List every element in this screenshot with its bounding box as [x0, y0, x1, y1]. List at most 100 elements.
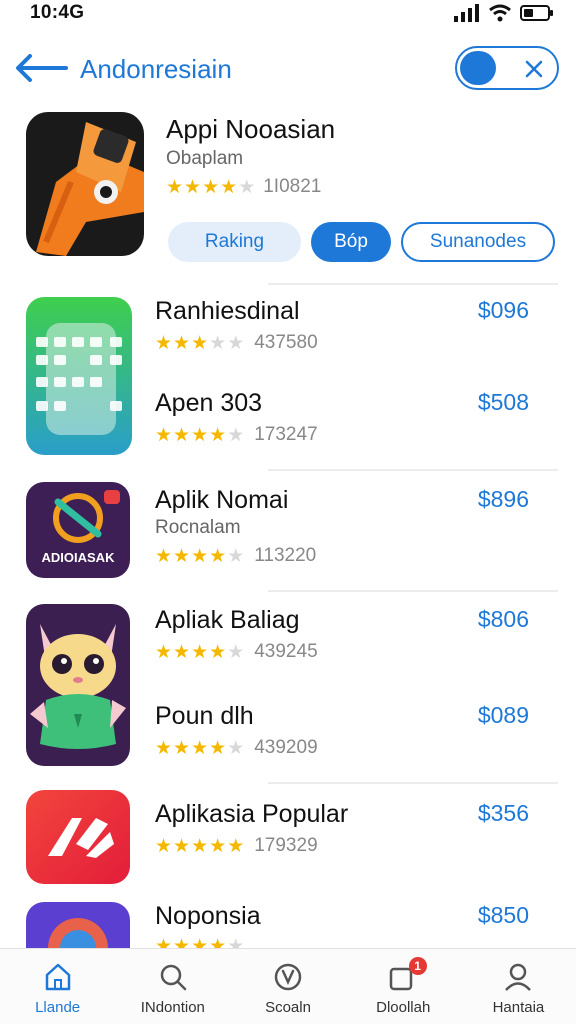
toggle-switch[interactable] — [455, 46, 559, 90]
status-icons — [454, 4, 554, 22]
notification-badge: 1 — [408, 957, 427, 975]
star-filled-icon: ★ — [202, 176, 220, 198]
tab-label: Dloollah — [376, 999, 431, 1016]
app-icon-red[interactable] — [26, 790, 130, 884]
star-empty-icon: ★ — [227, 641, 245, 663]
featured-app[interactable]: Appi Nooasian Obaplam ★ ★ ★ ★ ★ 1I0821 Rakin… — [0, 100, 576, 280]
star-rating: ★ ★ ★ ★ ★ — [155, 426, 244, 445]
search-icon — [160, 964, 187, 991]
app-entry[interactable]: Noponsia ★ ★ ★ ★ ★ $850 — [155, 902, 555, 948]
star-rating: ★ ★ ★ ★ ★ — [155, 334, 244, 353]
star-filled-icon: ★ — [155, 332, 173, 354]
app-icon-target[interactable]: ADIOIASAK — [26, 482, 130, 578]
toggle-knob — [460, 51, 496, 85]
list-item[interactable]: Apliak Baliag ★ ★ ★ ★ ★ 439245 $806 Poun dlh… — [0, 604, 576, 774]
star-filled-icon: ★ — [220, 176, 238, 198]
star-filled-icon: ★ — [173, 835, 191, 857]
wifi-icon — [489, 4, 511, 22]
profile-icon — [505, 963, 532, 991]
star-filled-icon: ★ — [209, 545, 227, 567]
star-empty-icon: ★ — [238, 176, 256, 198]
tab-updates[interactable]: 1 Dloollah — [346, 949, 461, 1024]
star-rating: ★ ★ ★ ★ ★ — [166, 178, 255, 197]
star-rating: ★ ★ ★ ★ ★ — [155, 837, 244, 856]
price-label[interactable]: $806 — [478, 606, 529, 633]
featured-app-rating: ★ ★ ★ ★ ★ 1I0821 — [166, 176, 321, 198]
discover-icon — [274, 963, 302, 991]
star-rating: ★ ★ ★ ★ ★ — [155, 937, 244, 948]
star-filled-icon: ★ — [209, 424, 227, 446]
rating-count: 439209 — [254, 737, 318, 758]
price-label[interactable]: $896 — [478, 486, 529, 513]
star-filled-icon: ★ — [209, 737, 227, 759]
star-filled-icon: ★ — [191, 424, 209, 446]
star-filled-icon: ★ — [191, 936, 209, 948]
star-rating: ★ ★ ★ ★ ★ — [155, 739, 244, 758]
list-item[interactable]: Noponsia ★ ★ ★ ★ ★ $850 — [0, 902, 576, 948]
signal-icon — [454, 4, 479, 22]
star-filled-icon: ★ — [209, 835, 227, 857]
rating-count: 113220 — [254, 545, 317, 566]
price-label[interactable]: $089 — [478, 702, 529, 729]
star-filled-icon: ★ — [173, 936, 191, 948]
app-entry[interactable]: Aplikasia Popular ★ ★ ★ ★ ★ 179329 $356 — [155, 800, 555, 857]
star-filled-icon: ★ — [209, 936, 227, 948]
star-empty-icon: ★ — [209, 332, 227, 354]
rating-count: 1I0821 — [263, 176, 322, 197]
list-item[interactable]: ADIOIASAK Aplik Nomai Rocnalam ★ ★ ★ ★ ★ 113… — [0, 482, 576, 582]
close-icon[interactable] — [521, 56, 547, 82]
app-entry[interactable]: Apliak Baliag ★ ★ ★ ★ ★ 439245 $806 — [155, 606, 555, 663]
chip-ranking[interactable]: Raking — [168, 222, 301, 262]
chip-top[interactable]: Bóp — [311, 222, 391, 262]
star-empty-icon: ★ — [227, 545, 245, 567]
price-label[interactable]: $508 — [478, 389, 529, 416]
price-label[interactable]: $096 — [478, 297, 529, 324]
divider — [268, 590, 558, 592]
featured-app-subtitle: Obaplam — [166, 148, 244, 169]
tab-home[interactable]: Llande — [0, 949, 115, 1024]
back-button[interactable] — [14, 48, 74, 88]
home-icon — [45, 963, 70, 991]
app-entry[interactable]: Aplik Nomai Rocnalam ★ ★ ★ ★ ★ 113220 $896 — [155, 486, 555, 567]
rating-count: 437580 — [254, 332, 318, 353]
app-icon-cat[interactable] — [26, 604, 130, 766]
tab-label: INdontion — [140, 999, 205, 1016]
list-item[interactable]: Ranhiesdinal ★ ★ ★ ★ ★ 437580 $096 Apen 303 … — [0, 297, 576, 457]
list-item[interactable]: Aplikasia Popular ★ ★ ★ ★ ★ 179329 $356 — [0, 790, 576, 890]
chip-similar[interactable]: Sunanodes — [401, 222, 555, 262]
star-filled-icon: ★ — [155, 424, 173, 446]
star-filled-icon: ★ — [166, 176, 184, 198]
star-filled-icon: ★ — [173, 737, 191, 759]
app-entry[interactable]: Poun dlh ★ ★ ★ ★ ★ 439209 $089 — [155, 702, 555, 759]
rating-count: 439245 — [254, 641, 318, 662]
star-empty-icon: ★ — [227, 737, 245, 759]
featured-app-title: Appi Nooasian — [166, 114, 336, 144]
rating-count: 173247 — [254, 424, 318, 445]
star-filled-icon: ★ — [191, 641, 209, 663]
tab-discover[interactable]: Scoaln — [230, 949, 345, 1024]
star-filled-icon: ★ — [191, 545, 209, 567]
tab-profile[interactable]: Hantaia — [461, 949, 576, 1024]
featured-app-icon[interactable] — [26, 112, 144, 256]
star-filled-icon: ★ — [173, 641, 191, 663]
nav-bar: Andonresiain — [0, 40, 576, 96]
tab-label: Scoaln — [265, 999, 311, 1016]
star-filled-icon: ★ — [173, 424, 191, 446]
app-rating: ★ ★ ★ ★ ★ 173247 — [155, 424, 555, 446]
price-label[interactable]: $850 — [478, 902, 529, 929]
star-empty-icon: ★ — [227, 936, 245, 948]
app-icon-compass[interactable] — [26, 902, 130, 948]
app-entry[interactable]: Apen 303 ★ ★ ★ ★ ★ 173247 $508 — [155, 389, 555, 446]
tab-search[interactable]: INdontion — [115, 949, 230, 1024]
app-icon-phone[interactable] — [26, 297, 132, 455]
star-empty-icon: ★ — [227, 424, 245, 446]
star-filled-icon: ★ — [191, 835, 209, 857]
star-filled-icon: ★ — [191, 332, 209, 354]
star-filled-icon: ★ — [209, 641, 227, 663]
star-filled-icon: ★ — [184, 176, 202, 198]
app-rating: ★ ★ ★ ★ ★ 437580 — [155, 332, 555, 354]
star-rating: ★ ★ ★ ★ ★ — [155, 643, 244, 662]
app-entry[interactable]: Ranhiesdinal ★ ★ ★ ★ ★ 437580 $096 — [155, 297, 555, 354]
price-label[interactable]: $356 — [478, 800, 529, 827]
app-rating: ★ ★ ★ ★ ★ 439245 — [155, 641, 555, 663]
